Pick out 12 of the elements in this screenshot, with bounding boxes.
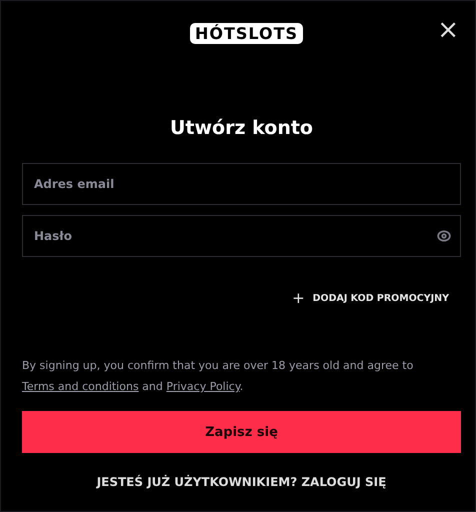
signup-button[interactable]: Zapisz się: [22, 411, 461, 453]
terms-notice: By signing up, you confirm that you are over 18 years old and agree to Terms and conditions and Privacy Policy.: [22, 358, 414, 395]
email-field[interactable]: Adres email: [22, 163, 461, 205]
close-button[interactable]: ×: [435, 17, 461, 43]
login-link[interactable]: JESTEŚ JUŻ UŻYTKOWNIKIEM? ZALOGUJ SIĘ: [96, 475, 386, 489]
password-field[interactable]: Hasło: [22, 215, 461, 257]
logo: HÓTSLOTS: [190, 22, 304, 44]
privacy-link[interactable]: Privacy Policy: [166, 380, 240, 393]
terms-link[interactable]: Terms and conditions: [22, 380, 139, 393]
promo-code-button[interactable]: + DODAJ KOD PROMOCYJNY: [292, 289, 449, 307]
eye-icon[interactable]: [437, 229, 451, 243]
dialog-title: Utwórz konto: [168, 117, 314, 139]
